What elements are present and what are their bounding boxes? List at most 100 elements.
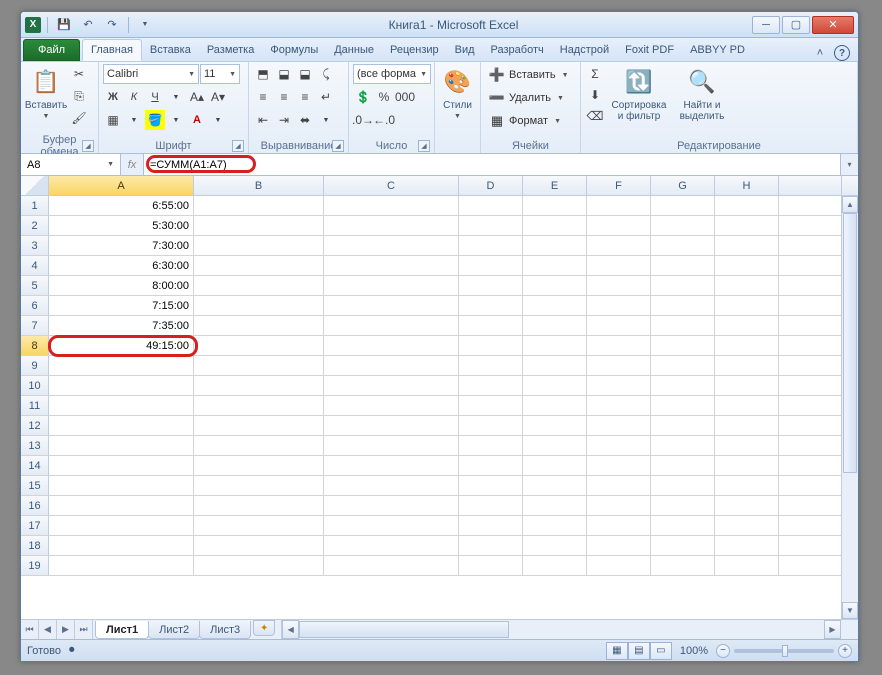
- cell-C15[interactable]: [324, 476, 459, 495]
- cell-G13[interactable]: [651, 436, 715, 455]
- tab-надстрой[interactable]: Надстрой: [552, 39, 617, 61]
- cell-B14[interactable]: [194, 456, 324, 475]
- new-sheet-icon[interactable]: ✦: [253, 620, 275, 636]
- cell-C10[interactable]: [324, 376, 459, 395]
- cell-D10[interactable]: [459, 376, 523, 395]
- cell-B16[interactable]: [194, 496, 324, 515]
- cell-F12[interactable]: [587, 416, 651, 435]
- sheet-next-icon[interactable]: ▶: [57, 620, 75, 639]
- scroll-up-icon[interactable]: ▲: [842, 196, 858, 213]
- row-header[interactable]: 3: [21, 236, 49, 255]
- scroll-down-icon[interactable]: ▼: [842, 602, 858, 619]
- delete-cells-button[interactable]: ➖Удалить▼: [485, 87, 576, 109]
- cell-G6[interactable]: [651, 296, 715, 315]
- cell-B4[interactable]: [194, 256, 324, 275]
- cell-F6[interactable]: [587, 296, 651, 315]
- horizontal-scrollbar[interactable]: ◀ ▶: [281, 620, 858, 639]
- cell-H5[interactable]: [715, 276, 779, 295]
- sheet-tab-лист1[interactable]: Лист1: [95, 621, 149, 639]
- cell-H12[interactable]: [715, 416, 779, 435]
- cell-G17[interactable]: [651, 516, 715, 535]
- cell-C13[interactable]: [324, 436, 459, 455]
- cell-C11[interactable]: [324, 396, 459, 415]
- cell-D11[interactable]: [459, 396, 523, 415]
- cell-B19[interactable]: [194, 556, 324, 575]
- cell-G1[interactable]: [651, 196, 715, 215]
- merge-icon[interactable]: ⬌: [295, 110, 315, 130]
- cell-F1[interactable]: [587, 196, 651, 215]
- cell-E12[interactable]: [523, 416, 587, 435]
- cell-G8[interactable]: [651, 336, 715, 355]
- align-right-icon[interactable]: ≡: [295, 87, 315, 107]
- row-header[interactable]: 1: [21, 196, 49, 215]
- cell-C9[interactable]: [324, 356, 459, 375]
- cell-C7[interactable]: [324, 316, 459, 335]
- clear-icon[interactable]: ⌫: [585, 106, 605, 126]
- maximize-button[interactable]: ▢: [782, 16, 810, 34]
- percent-icon[interactable]: %: [374, 87, 394, 107]
- font-size-combo[interactable]: 11▼: [200, 64, 240, 84]
- cell-H1[interactable]: [715, 196, 779, 215]
- cell-A18[interactable]: [49, 536, 194, 555]
- cell-G5[interactable]: [651, 276, 715, 295]
- row-header[interactable]: 11: [21, 396, 49, 415]
- cell-F17[interactable]: [587, 516, 651, 535]
- shrink-font-icon[interactable]: A▾: [208, 87, 228, 107]
- cell-H15[interactable]: [715, 476, 779, 495]
- borders-more-icon[interactable]: ▼: [124, 110, 144, 130]
- tab-вид[interactable]: Вид: [447, 39, 483, 61]
- name-box[interactable]: A8 ▼: [21, 154, 121, 175]
- cell-H8[interactable]: [715, 336, 779, 355]
- cell-C6[interactable]: [324, 296, 459, 315]
- cell-B9[interactable]: [194, 356, 324, 375]
- cell-A4[interactable]: 6:30:00: [49, 256, 194, 275]
- cell-D18[interactable]: [459, 536, 523, 555]
- cell-E18[interactable]: [523, 536, 587, 555]
- bold-button[interactable]: Ж: [103, 87, 123, 107]
- zoom-thumb[interactable]: [782, 645, 788, 657]
- normal-view-icon[interactable]: ▦: [606, 642, 628, 660]
- row-header[interactable]: 5: [21, 276, 49, 295]
- fill-more-icon[interactable]: ▼: [166, 110, 186, 130]
- cell-D7[interactable]: [459, 316, 523, 335]
- cell-B5[interactable]: [194, 276, 324, 295]
- cell-D8[interactable]: [459, 336, 523, 355]
- cell-D6[interactable]: [459, 296, 523, 315]
- cell-A10[interactable]: [49, 376, 194, 395]
- select-all-button[interactable]: [21, 176, 49, 195]
- cell-D13[interactable]: [459, 436, 523, 455]
- cell-D4[interactable]: [459, 256, 523, 275]
- cell-D5[interactable]: [459, 276, 523, 295]
- align-dialog-icon[interactable]: ◢: [332, 140, 344, 152]
- macro-record-icon[interactable]: ⏺: [69, 644, 75, 657]
- cell-B10[interactable]: [194, 376, 324, 395]
- format-cells-button[interactable]: ▦Формат▼: [485, 110, 576, 132]
- cell-A16[interactable]: [49, 496, 194, 515]
- find-select-button[interactable]: 🔍 Найти и выделить: [673, 64, 731, 124]
- align-left-icon[interactable]: ≡: [253, 87, 273, 107]
- row-header[interactable]: 4: [21, 256, 49, 275]
- font-color-icon[interactable]: A: [187, 110, 207, 130]
- sort-filter-button[interactable]: 🔃 Сортировка и фильтр: [607, 64, 671, 124]
- cell-F15[interactable]: [587, 476, 651, 495]
- row-header[interactable]: 17: [21, 516, 49, 535]
- cell-C2[interactable]: [324, 216, 459, 235]
- cell-D3[interactable]: [459, 236, 523, 255]
- sheet-last-icon[interactable]: ⏭: [75, 620, 93, 639]
- cell-E15[interactable]: [523, 476, 587, 495]
- tab-формулы[interactable]: Формулы: [262, 39, 326, 61]
- row-header[interactable]: 16: [21, 496, 49, 515]
- italic-button[interactable]: К: [124, 87, 144, 107]
- font-name-combo[interactable]: Calibri▼: [103, 64, 199, 84]
- cell-F4[interactable]: [587, 256, 651, 275]
- cell-C17[interactable]: [324, 516, 459, 535]
- align-bottom-icon[interactable]: ⬓: [295, 64, 315, 84]
- cell-B12[interactable]: [194, 416, 324, 435]
- row-header[interactable]: 15: [21, 476, 49, 495]
- indent-inc-icon[interactable]: ⇥: [274, 110, 294, 130]
- cell-E14[interactable]: [523, 456, 587, 475]
- row-header[interactable]: 6: [21, 296, 49, 315]
- cell-E19[interactable]: [523, 556, 587, 575]
- cell-F9[interactable]: [587, 356, 651, 375]
- row-header[interactable]: 12: [21, 416, 49, 435]
